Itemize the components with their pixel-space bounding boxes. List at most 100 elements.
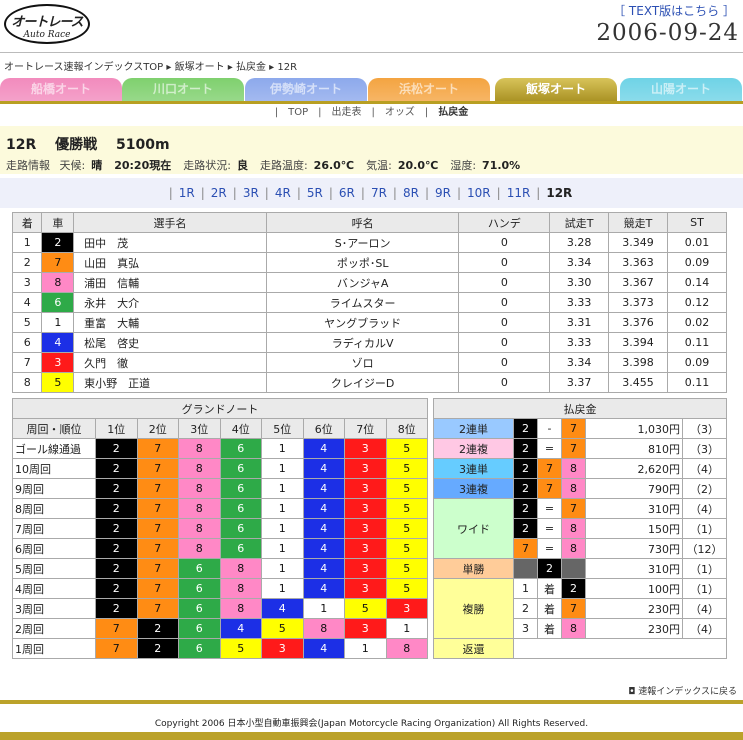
payout-amount: 150円: [585, 518, 683, 539]
finish-position: 7: [11, 352, 43, 373]
column-header: 周回・順位: [12, 418, 96, 439]
lap-row: 5周回 2 7 6 8 1 4 3 5: [12, 558, 428, 579]
race-link[interactable]: 6R: [339, 186, 355, 200]
race-link[interactable]: 7R: [371, 186, 387, 200]
car-cell: 8: [561, 538, 586, 559]
race-time: 3.455: [608, 372, 668, 393]
car-cell: 2: [95, 538, 138, 559]
start-timing: 0.02: [666, 312, 728, 333]
race-nav-separator: |: [496, 186, 501, 200]
racer-name: 永井 大介: [73, 292, 267, 313]
car-cell: 3: [344, 458, 387, 479]
race-link[interactable]: 2R: [211, 186, 227, 200]
breadcrumb-separator: ▸: [163, 62, 175, 73]
race-link[interactable]: 3R: [243, 186, 259, 200]
handicap: 0: [458, 272, 551, 293]
separator: -: [537, 418, 562, 439]
car-cell: 8: [178, 438, 221, 459]
race-link[interactable]: 4R: [275, 186, 291, 200]
race-time: 3.363: [608, 252, 668, 273]
sub-nav-item[interactable]: オッズ: [385, 107, 415, 118]
car-cell: 1: [261, 558, 304, 579]
car-cell: 8: [302, 618, 345, 639]
car-cell: 5: [344, 598, 387, 619]
car-cell: 4: [219, 618, 262, 639]
racer-name: 東小野 正道: [73, 372, 267, 393]
race-link[interactable]: 10R: [467, 186, 491, 200]
car-cell: 1: [302, 598, 345, 619]
tab-track[interactable]: 船橋オート: [0, 78, 122, 102]
bet-type: 単勝: [433, 558, 514, 579]
bet-type: 2連複: [433, 438, 514, 459]
race-link[interactable]: 12R: [546, 186, 572, 200]
column-header: 8位: [385, 418, 428, 439]
payout-row: 2連単 2 - 7 1,030円 （3）: [433, 418, 727, 439]
tab-track[interactable]: 伊勢崎オート: [245, 78, 367, 102]
lap-label: 3周回: [12, 598, 96, 619]
race-link[interactable]: 11R: [507, 186, 531, 200]
popularity: （3）: [682, 418, 727, 439]
tab-track[interactable]: 山陽オート: [620, 78, 742, 102]
sub-nav-item[interactable]: 払戻金: [438, 107, 468, 118]
lap-label: ゴール線通過: [12, 438, 96, 459]
column-header: 5位: [261, 418, 304, 439]
car-cell: 4: [302, 498, 345, 519]
car-cell: 2: [95, 498, 138, 519]
breadcrumb-item[interactable]: 飯塚オート: [175, 62, 225, 73]
payout-amount: 230円: [585, 618, 683, 639]
payout-title: 払戻金: [433, 398, 727, 419]
race-link[interactable]: 9R: [435, 186, 451, 200]
sub-nav-item[interactable]: TOP: [288, 107, 308, 118]
tab-track[interactable]: 飯塚オート: [495, 78, 617, 102]
car-cell: 3: [261, 638, 304, 659]
car-cell: 5: [385, 558, 428, 579]
car-cell: 5: [385, 578, 428, 599]
car-cell: 1: [41, 312, 75, 333]
column-header: 7位: [344, 418, 387, 439]
car-cell: 3: [344, 518, 387, 539]
breadcrumb-item[interactable]: オートレース速報インデックスTOP: [4, 62, 163, 73]
car-cell: 2: [513, 478, 538, 499]
payout-amount: 230円: [585, 598, 683, 619]
payout-amount: 810円: [585, 438, 683, 459]
car-cell: 7: [561, 418, 586, 439]
car-cell: 1: [385, 618, 428, 639]
text-version-link[interactable]: ［ TEXT版はこちら ］: [613, 2, 735, 19]
race-link[interactable]: 5R: [307, 186, 323, 200]
car-cell: 1: [261, 498, 304, 519]
result-row: 2 7 山田 真弘 ポッポ･SL 0 3.34 3.363 0.09: [11, 252, 728, 273]
payout-table: 払戻金 2連単 2 - 7 1,030円 （3） 2連複 2 = 7 810円 …: [433, 398, 727, 659]
car-cell: 8: [178, 498, 221, 519]
tab-track[interactable]: 川口オート: [122, 78, 244, 102]
car-cell: 2: [537, 558, 562, 579]
track-info: 走路情報 天候: 晴 20:20現在 走路状況: 良走路温度: 26.0℃ 気温: 20.0℃…: [6, 159, 521, 172]
sub-nav: | TOP | 出走表 | オッズ | 払戻金: [0, 104, 743, 122]
car-cell: 5: [385, 538, 428, 559]
copyright: Copyright 2006 日本小型自動車振興会(Japan Motorcyc…: [154, 719, 589, 729]
column-header: 着: [11, 212, 43, 233]
trial-time: 3.31: [549, 312, 610, 333]
tab-track[interactable]: 浜松オート: [368, 78, 490, 102]
car-cell: 4: [302, 458, 345, 479]
trial-time: 3.33: [549, 332, 610, 353]
back-to-index-link[interactable]: ◘ 速報インデックスに戻る: [628, 684, 737, 697]
start-timing: 0.11: [666, 372, 728, 393]
race-link[interactable]: 8R: [403, 186, 419, 200]
result-row: 1 2 田中 茂 S･アーロン 0 3.28 3.349 0.01: [11, 232, 728, 253]
car-cell: 8: [41, 272, 75, 293]
car-cell: 6: [219, 518, 262, 539]
race-nav-separator: |: [360, 186, 365, 200]
result-row: 6 4 松尾 啓史 ラディカルV 0 3.33 3.394 0.11: [11, 332, 728, 353]
race-link[interactable]: 1R: [179, 186, 195, 200]
racer-nickname: バンジャA: [265, 272, 460, 293]
separator: =: [537, 538, 562, 559]
sub-nav-separator: |: [371, 107, 375, 118]
race-nav-separator: |: [232, 186, 237, 200]
payout-row: 3連複 2 7 8 790円 （2）: [433, 478, 727, 499]
result-row: 8 5 東小野 正道 クレイジーD 0 3.37 3.455 0.11: [11, 372, 728, 393]
chaku: 着: [537, 578, 562, 599]
car-cell: 6: [41, 292, 75, 313]
race-time: 3.394: [608, 332, 668, 353]
sub-nav-item[interactable]: 出走表: [332, 107, 362, 118]
rank: 2: [513, 598, 538, 619]
